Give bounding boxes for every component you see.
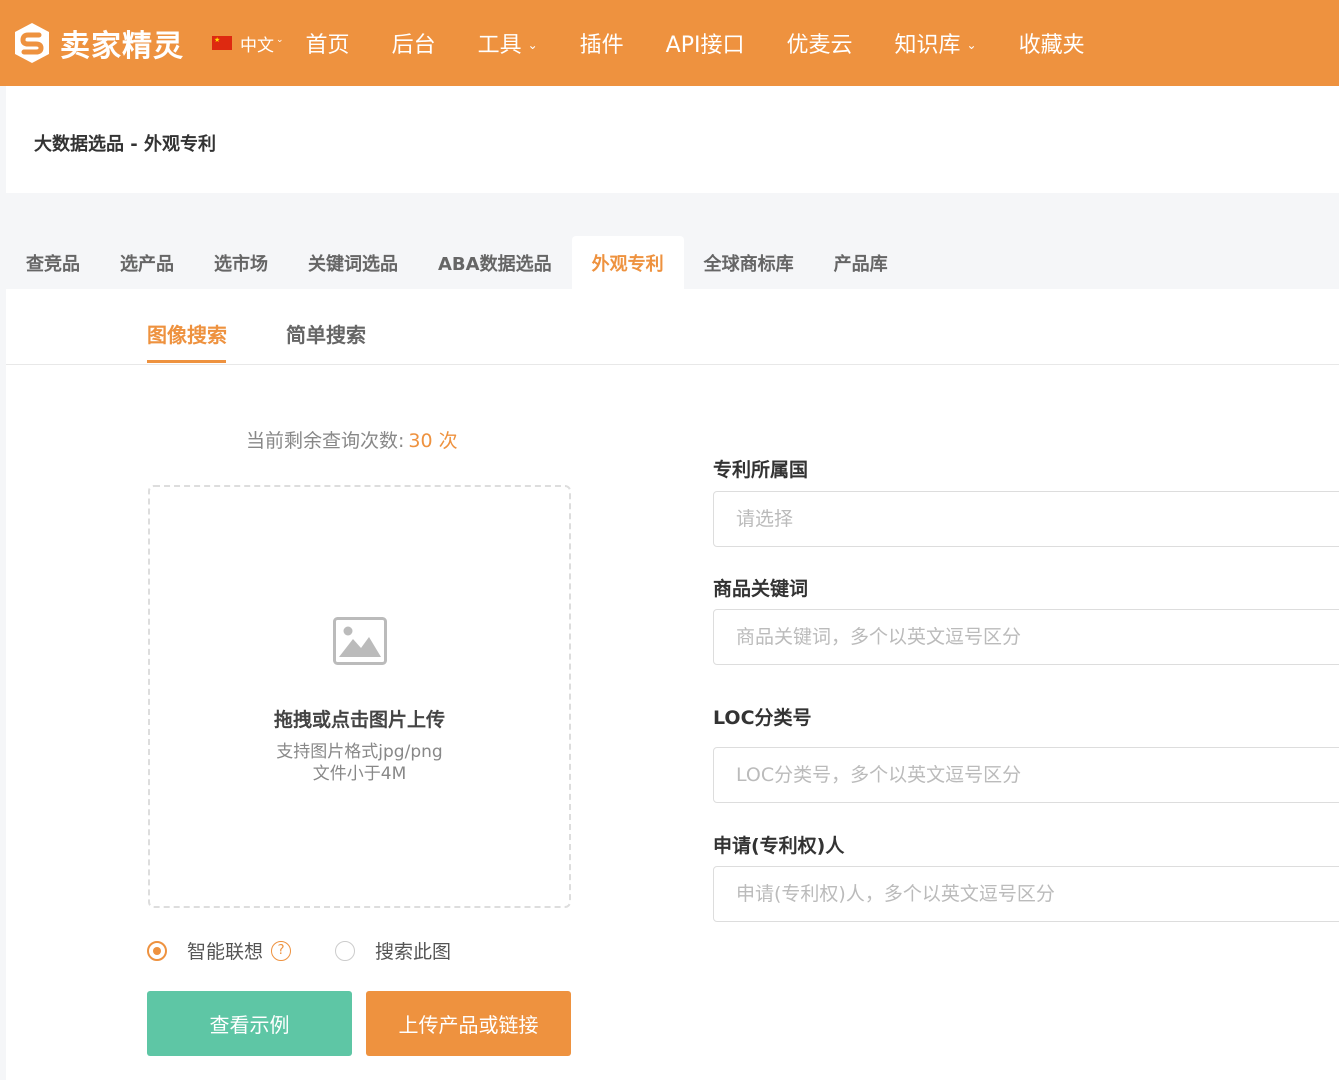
radio-search-this-image[interactable] <box>335 940 356 961</box>
chevron-down-icon: ⌄ <box>966 38 977 52</box>
tab-1[interactable]: 选产品 <box>100 236 194 289</box>
search-mode-tabs: 图像搜索 简单搜索 <box>6 289 1339 365</box>
nav-item-label: 插件 <box>579 33 624 58</box>
nav-item-4[interactable]: API接口 <box>666 27 745 59</box>
nav-item-label: 后台 <box>391 33 436 58</box>
main-nav: 首页 后台 工具 ⌄ 插件 API接口 优麦云 知识库 ⌄ 收藏夹 <box>306 27 1127 59</box>
dropzone-size-hint: 文件小于4M <box>312 764 407 784</box>
radio-smart-association[interactable] <box>147 940 167 961</box>
upload-product-button[interactable]: 上传产品或链接 <box>366 991 571 1056</box>
dropzone-title: 拖拽或点击图片上传 <box>273 709 445 731</box>
tab-5[interactable]: 外观专利 <box>571 236 684 289</box>
subtab-simple-search[interactable]: 简单搜索 <box>286 319 366 348</box>
brand-logo[interactable]: 卖家精灵 <box>12 21 184 65</box>
view-example-button[interactable]: 查看示例 <box>147 991 352 1056</box>
nav-item-6[interactable]: 知识库 ⌄ <box>895 27 977 59</box>
tab-3[interactable]: 关键词选品 <box>288 236 418 289</box>
chevron-down-icon: ⌄ <box>276 35 284 45</box>
nav-item-2[interactable]: 工具 ⌄ <box>478 27 538 59</box>
nav-item-7[interactable]: 收藏夹 <box>1019 27 1085 59</box>
nav-item-label: 首页 <box>305 33 350 58</box>
query-quota: 当前剩余查询次数: 30 次 <box>246 426 458 453</box>
applicant-label: 申请(专利权)人 <box>713 835 845 857</box>
language-label: 中文 <box>240 35 274 56</box>
tab-7[interactable]: 产品库 <box>814 236 908 289</box>
china-flag-icon <box>212 36 232 50</box>
subtab-image-search[interactable]: 图像搜索 <box>147 319 227 348</box>
brand-logo-icon <box>15 23 49 63</box>
category-tabs: 查竞品 选产品 选市场 关键词选品 ABA数据选品 外观专利 全球商标库 产品库 <box>6 236 908 289</box>
nav-item-label: 优麦云 <box>786 33 853 58</box>
tab-4[interactable]: ABA数据选品 <box>418 236 572 289</box>
chevron-down-icon: ⌄ <box>527 38 538 52</box>
radio-smart-association-label[interactable]: 智能联想 <box>187 937 263 964</box>
active-subtab-indicator <box>147 360 226 363</box>
tab-0[interactable]: 查竞品 <box>6 236 100 289</box>
quota-value: 30 次 <box>408 430 458 452</box>
radio-search-this-image-label[interactable]: 搜索此图 <box>375 937 451 964</box>
loc-input[interactable] <box>713 747 1339 803</box>
nav-item-label: 工具 <box>477 33 522 58</box>
help-icon[interactable]: ? <box>271 940 292 961</box>
keyword-input[interactable] <box>713 609 1339 665</box>
applicant-input[interactable] <box>713 866 1339 922</box>
nav-item-label: API接口 <box>665 33 745 58</box>
top-navbar: 卖家精灵 中文 ⌄ 首页 后台 工具 ⌄ 插件 API接口 优麦云 知识库 ⌄ 收藏夹 <box>0 0 1339 86</box>
nav-item-1[interactable]: 后台 <box>392 27 436 59</box>
language-selector[interactable]: 中文 ⌄ <box>212 31 284 56</box>
main-panel: 图像搜索 简单搜索 当前剩余查询次数: 30 次 拖拽或点击图片上传 支持图片格式… <box>6 289 1339 1080</box>
search-option-radios: 智能联想 ? 搜索此图 <box>147 937 451 964</box>
country-label: 专利所属国 <box>713 459 809 481</box>
image-upload-dropzone[interactable]: 拖拽或点击图片上传 支持图片格式jpg/png 文件小于4M <box>148 485 571 908</box>
nav-item-5[interactable]: 优麦云 <box>786 27 852 59</box>
breadcrumb-card: 大数据选品 - 外观专利 <box>6 86 1339 193</box>
nav-item-label: 收藏夹 <box>1018 33 1085 58</box>
country-select[interactable] <box>713 491 1339 547</box>
quota-label: 当前剩余查询次数: <box>246 430 405 452</box>
image-placeholder-icon <box>333 617 387 665</box>
breadcrumb: 大数据选品 - 外观专利 <box>34 134 217 155</box>
nav-item-3[interactable]: 插件 <box>580 27 624 59</box>
brand-name: 卖家精灵 <box>60 29 184 64</box>
tab-6[interactable]: 全球商标库 <box>684 236 814 289</box>
nav-item-0[interactable]: 首页 <box>306 27 350 59</box>
keyword-label: 商品关键词 <box>713 578 809 600</box>
tab-2[interactable]: 选市场 <box>194 236 288 289</box>
loc-label: LOC分类号 <box>713 707 812 729</box>
nav-item-label: 知识库 <box>894 33 961 58</box>
